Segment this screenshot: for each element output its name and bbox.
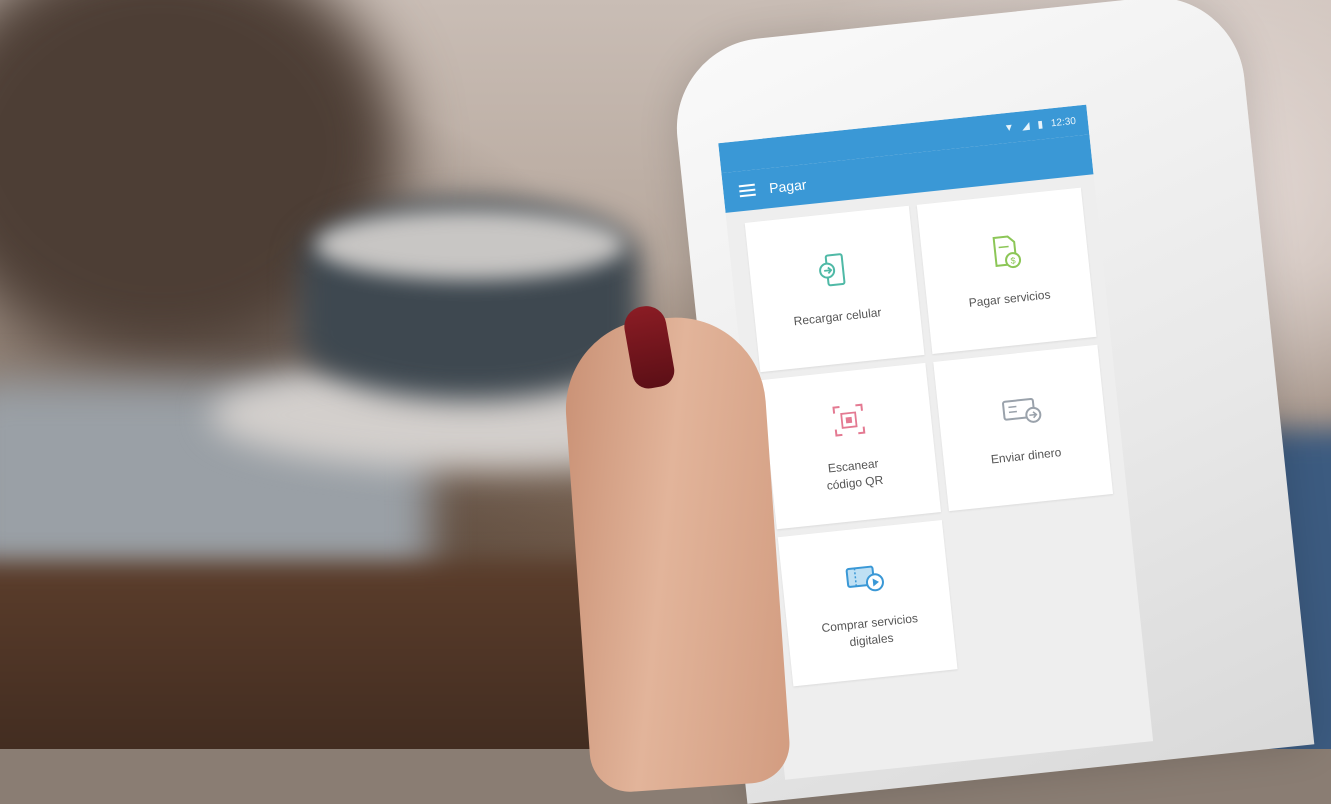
tile-comprar-servicios-digitales[interactable]: Comprar servicios digitales <box>777 519 958 687</box>
phone-recharge-icon <box>818 253 845 287</box>
wifi-icon: ▼ <box>1003 121 1015 134</box>
tile-label: Pagar servicios <box>968 287 1052 311</box>
payment-options-grid: Recargar celular $ Pagar servicios Escan… <box>744 187 1132 687</box>
tile-label: Recargar celular <box>793 305 883 329</box>
tile-label: Escanear código QR <box>826 455 884 493</box>
tile-escanear-qr[interactable]: Escanear código QR <box>761 362 941 530</box>
tile-label: Enviar dinero <box>990 445 1063 467</box>
svg-text:$: $ <box>1010 256 1016 266</box>
tile-enviar-dinero[interactable]: Enviar dinero <box>933 344 1114 512</box>
digital-services-icon <box>845 565 884 591</box>
thumb <box>559 311 793 795</box>
send-money-icon <box>1001 398 1041 424</box>
tile-pagar-servicios[interactable]: $ Pagar servicios <box>916 187 1097 355</box>
signal-icon: ◢ <box>1021 120 1031 132</box>
qr-scan-icon <box>831 403 865 437</box>
battery-icon: ▮ <box>1036 118 1044 131</box>
tile-label: Comprar servicios digitales <box>820 610 919 650</box>
menu-icon[interactable] <box>738 183 756 198</box>
page-title: Pagar <box>768 176 808 197</box>
bill-pay-icon: $ <box>992 235 1021 269</box>
tile-recargar-celular[interactable]: Recargar celular <box>744 205 925 373</box>
status-time: 12:30 <box>1050 115 1077 129</box>
cup-rim <box>315 210 625 280</box>
